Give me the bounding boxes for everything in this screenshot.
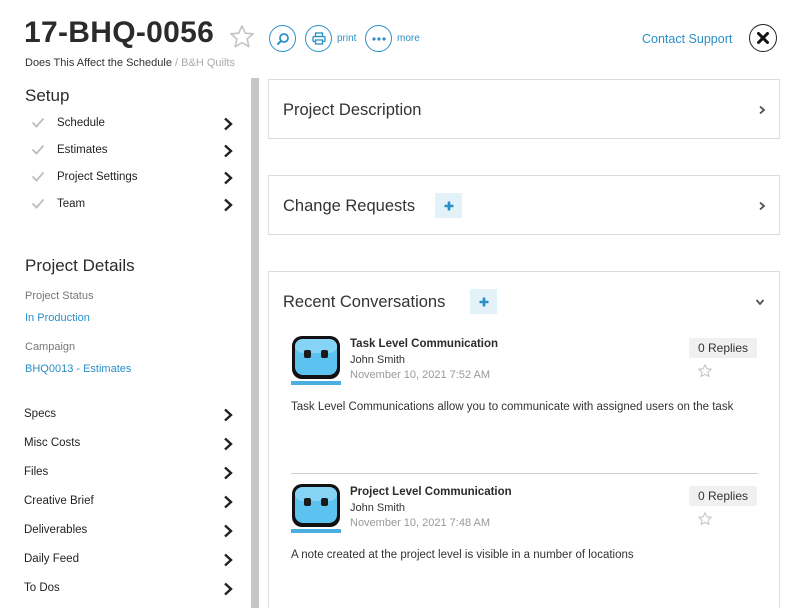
sidebar-item-daily-feed[interactable]: Daily Feed — [0, 550, 251, 572]
chevron-right-icon — [759, 201, 766, 211]
sidebar-scrollbar[interactable] — [251, 78, 259, 608]
search-icon — [276, 32, 289, 45]
conversation-divider — [291, 473, 758, 474]
chevron-right-icon — [224, 171, 233, 185]
page-header: 17-BHQ-0056 print more Does This Affect … — [0, 0, 790, 78]
project-details-title: Project Details — [25, 256, 135, 275]
search-button[interactable] — [269, 25, 296, 52]
sidebar-item-label: Deliverables — [24, 524, 88, 536]
recent-conversations-panel: Recent Conversations Task Level Communic… — [268, 271, 780, 608]
print-button[interactable] — [305, 25, 332, 52]
add-change-request-button[interactable] — [435, 193, 462, 218]
replies-badge[interactable]: 0 Replies — [689, 486, 757, 506]
plus-icon — [479, 297, 488, 306]
setup-item-estimates[interactable]: Estimates — [0, 140, 251, 162]
more-link[interactable]: more — [397, 33, 420, 44]
project-status-label: Project Status — [25, 290, 94, 302]
conversation-date: November 10, 2021 7:52 AM — [350, 369, 491, 381]
robot-avatar-icon — [291, 484, 341, 533]
close-icon — [757, 32, 769, 44]
sidebar-item-files[interactable]: Files — [0, 463, 251, 485]
project-description-panel[interactable]: Project Description — [268, 79, 780, 139]
conversation-title[interactable]: Project Level Communication — [350, 486, 512, 498]
check-icon — [31, 144, 45, 155]
sidebar-item-creative-brief[interactable]: Creative Brief — [0, 492, 251, 514]
check-icon — [31, 117, 45, 128]
setup-item-label: Team — [57, 198, 86, 210]
conversation-item[interactable]: Project Level Communication John Smith N… — [291, 483, 758, 608]
chevron-right-icon — [224, 117, 233, 131]
print-link[interactable]: print — [337, 33, 356, 44]
campaign-value[interactable]: BHQ0013 - Estimates — [25, 363, 131, 375]
conversation-body: A note created at the project level is v… — [291, 549, 634, 561]
sidebar-item-label: Specs — [24, 408, 56, 420]
more-button[interactable] — [365, 25, 392, 52]
contact-support-link[interactable]: Contact Support — [642, 32, 732, 46]
check-icon — [31, 198, 45, 209]
chevron-right-icon — [224, 553, 233, 567]
main-content: Project Description Change Requests Rece… — [259, 78, 790, 608]
chevron-right-icon — [224, 198, 233, 212]
sidebar-item-to-dos[interactable]: To Dos — [0, 579, 251, 601]
breadcrumb-separator: / — [175, 57, 179, 69]
conversation-body: Task Level Communications allow you to c… — [291, 401, 734, 413]
sidebar-item-specs[interactable]: Specs — [0, 405, 251, 427]
close-button[interactable] — [749, 24, 777, 52]
sidebar-item-deliverables[interactable]: Deliverables — [0, 521, 251, 543]
sidebar-item-label: To Dos — [24, 582, 60, 594]
chevron-right-icon — [224, 524, 233, 538]
favorite-star-icon[interactable] — [228, 23, 256, 51]
setup-item-label: Estimates — [57, 144, 108, 156]
conversation-author: John Smith — [350, 502, 406, 514]
breadcrumb-client[interactable]: B&H Quilts — [181, 57, 235, 69]
setup-item-project-settings[interactable]: Project Settings — [0, 167, 251, 189]
sidebar-item-label: Misc Costs — [24, 437, 81, 449]
favorite-star-icon[interactable] — [697, 363, 713, 379]
setup-item-label: Schedule — [57, 117, 105, 129]
chevron-right-icon — [224, 495, 233, 509]
sidebar-item-label: Daily Feed — [24, 553, 79, 565]
project-id-title: 17-BHQ-0056 — [24, 16, 215, 49]
replies-badge[interactable]: 0 Replies — [689, 338, 757, 358]
plus-icon — [444, 201, 453, 210]
chevron-right-icon — [224, 582, 233, 596]
check-icon — [31, 171, 45, 182]
project-description-title: Project Description — [283, 101, 422, 119]
breadcrumb-project-name[interactable]: Does This Affect the Schedule — [25, 57, 172, 69]
recent-conversations-title: Recent Conversations — [283, 293, 446, 311]
conversation-author: John Smith — [350, 354, 406, 366]
setup-section-title: Setup — [25, 86, 70, 105]
chevron-right-icon — [224, 437, 233, 451]
more-dots-icon — [371, 36, 386, 41]
conversation-date: November 10, 2021 7:48 AM — [350, 517, 491, 529]
change-requests-panel[interactable]: Change Requests — [268, 175, 780, 235]
conversation-item[interactable]: Task Level Communication John Smith Nove… — [291, 335, 758, 475]
sidebar: Setup Schedule Estimates Project Setting… — [0, 78, 251, 608]
printer-icon — [311, 32, 326, 45]
chevron-right-icon — [224, 466, 233, 480]
robot-avatar-icon — [291, 336, 341, 385]
sidebar-item-misc-costs[interactable]: Misc Costs — [0, 434, 251, 456]
chevron-right-icon — [759, 105, 766, 115]
change-requests-title: Change Requests — [283, 197, 416, 215]
sidebar-item-label: Files — [24, 466, 49, 478]
campaign-label: Campaign — [25, 341, 76, 353]
setup-item-schedule[interactable]: Schedule — [0, 113, 251, 135]
chevron-right-icon — [224, 144, 233, 158]
chevron-down-icon[interactable] — [755, 297, 765, 307]
favorite-star-icon[interactable] — [697, 511, 713, 527]
setup-item-team[interactable]: Team — [0, 194, 251, 216]
breadcrumb: Does This Affect the Schedule / B&H Quil… — [25, 57, 235, 69]
sidebar-item-label: Creative Brief — [24, 495, 94, 507]
add-conversation-button[interactable] — [470, 289, 497, 314]
chevron-right-icon — [224, 408, 233, 422]
conversation-title[interactable]: Task Level Communication — [350, 338, 498, 350]
setup-item-label: Project Settings — [57, 171, 138, 183]
project-status-value[interactable]: In Production — [25, 312, 90, 324]
